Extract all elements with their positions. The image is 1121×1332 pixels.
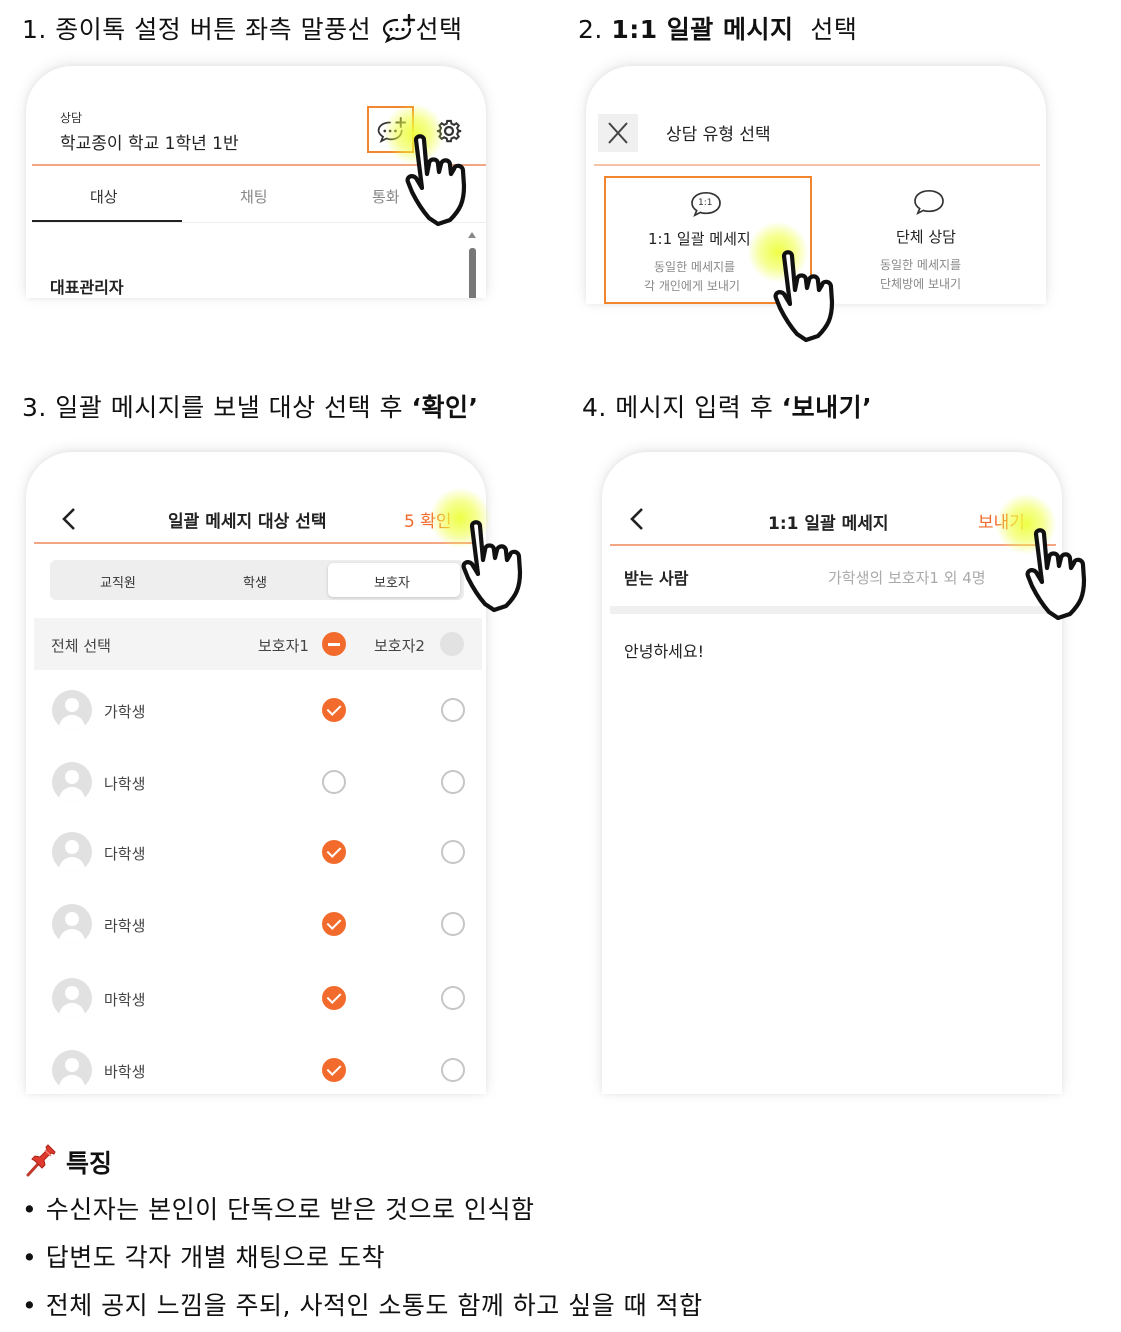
header-divider — [34, 542, 480, 544]
student-name: 나학생 — [104, 775, 146, 793]
feature-item: • 수신자는 본인이 단독으로 받은 것으로 인식함 — [22, 1195, 535, 1224]
option-desc-1: 동일한 메세지를 — [880, 258, 962, 272]
segment-control: 교직원 학생 보호자 — [50, 560, 464, 600]
step4-title: 4. 메시지 입력 후 ‘보내기’ — [582, 388, 872, 424]
guardian2-checkbox[interactable] — [441, 698, 465, 722]
avatar — [52, 1050, 92, 1090]
option-desc-1: 동일한 메세지를 — [654, 260, 736, 274]
tab-call[interactable]: 통화 — [372, 186, 400, 207]
guardian1-checkbox[interactable] — [322, 986, 346, 1010]
tab-target[interactable]: 대상 — [90, 186, 118, 207]
feature-item: • 전체 공지 느낌을 주되, 사적인 소통도 함께 하고 싶을 때 적합 — [22, 1291, 703, 1320]
select-all-label[interactable]: 전체 선택 — [51, 635, 111, 656]
step2-prefix: 2. — [578, 15, 603, 44]
option-title: 1:1 일괄 메세지 — [648, 230, 751, 248]
features-heading: 특징 — [66, 1149, 113, 1178]
recipient-divider — [610, 606, 1056, 614]
guardian1-checkbox[interactable] — [322, 912, 346, 936]
select-targets-title: 일괄 메세지 대상 선택 — [168, 512, 327, 532]
step4-prefix: 4. 메시지 입력 후 — [582, 393, 774, 422]
icon-label: 1:1 — [698, 198, 713, 208]
step3-prefix: 3. 일괄 메시지를 보낼 대상 선택 후 — [22, 393, 404, 422]
option-group-consult[interactable]: 단체 상담 동일한 메세지를 단체방에 보내기 — [826, 176, 1034, 304]
guardian2-checkbox[interactable] — [441, 770, 465, 794]
back-icon[interactable] — [58, 506, 82, 532]
step2-title: 2. 1:1 일괄 메시지 선택 — [578, 10, 857, 46]
student-name: 가학생 — [104, 703, 146, 721]
guardian1-checkbox[interactable] — [322, 840, 346, 864]
pointing-hand-icon — [458, 520, 540, 616]
chat-category-label: 상담 — [60, 111, 83, 125]
close-button[interactable] — [598, 114, 638, 152]
guardian1-header: 보호자1 — [258, 637, 309, 655]
step1-title: 1. 종이톡 설정 버튼 좌측 말풍선 선택 — [22, 10, 463, 46]
segment-staff[interactable]: 교직원 — [100, 572, 136, 591]
pin-icon — [24, 1144, 58, 1178]
tab-chat[interactable]: 채팅 — [240, 186, 268, 207]
segment-guardian[interactable]: 보호자 — [374, 572, 410, 591]
student-name: 바학생 — [104, 1063, 146, 1081]
guardian2-select-all[interactable] — [440, 632, 464, 656]
option-desc-2: 단체방에 보내기 — [880, 277, 962, 291]
step4-bold: ‘보내기’ — [781, 393, 873, 422]
guardian1-checkbox[interactable] — [322, 698, 346, 722]
pointing-hand-icon — [770, 250, 852, 346]
features-section: 특징 • 수신자는 본인이 단독으로 받은 것으로 인식함 • 답변도 각자 개… — [22, 1140, 703, 1332]
step3-bold: ‘확인’ — [411, 393, 479, 422]
guardian1-checkbox[interactable] — [322, 770, 346, 794]
step1-suffix: 선택 — [415, 15, 463, 44]
message-input[interactable]: 안녕하세요! — [624, 638, 704, 662]
guardian2-checkbox[interactable] — [441, 840, 465, 864]
student-name: 마학생 — [104, 991, 146, 1009]
compose-title: 1:1 일괄 메세지 — [768, 514, 889, 534]
option-desc-2: 각 개인에게 보내기 — [644, 279, 740, 293]
pointing-hand-icon — [1022, 528, 1104, 624]
recipient-value[interactable]: 가학생의 보호자1 외 4명 — [828, 567, 986, 588]
feature-text: 수신자는 본인이 단독으로 받은 것으로 인식함 — [45, 1195, 535, 1224]
feature-item: • 답변도 각자 개별 채팅으로 도착 — [22, 1243, 385, 1272]
scrollbar[interactable] — [468, 232, 476, 298]
step1-text: 1. 종이톡 설정 버튼 좌측 말풍선 — [22, 15, 372, 44]
step2-bold: 1:1 일괄 메시지 — [611, 15, 794, 44]
option-title: 단체 상담 — [896, 228, 956, 246]
header-divider — [610, 544, 1056, 546]
section-admin: 대표관리자 — [50, 278, 124, 297]
avatar — [52, 690, 92, 730]
guardian2-header: 보호자2 — [374, 637, 425, 655]
select-all-row: 전체 선택 보호자1 보호자2 — [34, 618, 482, 670]
back-icon[interactable] — [626, 506, 650, 532]
avatar — [52, 978, 92, 1018]
guardian1-checkbox[interactable] — [322, 1058, 346, 1082]
feature-text: 전체 공지 느낌을 주되, 사적인 소통도 함께 하고 싶을 때 적합 — [45, 1291, 703, 1320]
avatar — [52, 832, 92, 872]
chat-plus-icon — [380, 13, 416, 44]
guardian2-checkbox[interactable] — [441, 986, 465, 1010]
avatar — [52, 904, 92, 944]
step3-title: 3. 일괄 메시지를 보낼 대상 선택 후 ‘확인’ — [22, 388, 479, 424]
phone-screen-3: 일괄 메세지 대상 선택 5 확인 교직원 학생 보호자 전체 선택 보호자1 … — [26, 452, 486, 1094]
chat-icon — [914, 189, 944, 215]
feature-text: 답변도 각자 개별 채팅으로 도착 — [45, 1243, 385, 1272]
guardian1-select-all[interactable] — [322, 632, 346, 656]
guardian2-checkbox[interactable] — [441, 1058, 465, 1082]
recipient-label: 받는 사람 — [624, 569, 689, 588]
segment-student[interactable]: 학생 — [243, 572, 267, 591]
step2-suffix: 선택 — [810, 15, 858, 44]
guardian2-checkbox[interactable] — [441, 912, 465, 936]
consult-type-title: 상담 유형 선택 — [666, 125, 771, 145]
student-name: 다학생 — [104, 845, 146, 863]
pointing-hand-icon — [402, 134, 484, 230]
chat-room-name: 학교종이 학교 1학년 1반 — [60, 134, 239, 154]
phone-screen-4: 1:1 일괄 메세지 보내기 받는 사람 가학생의 보호자1 외 4명 안녕하세… — [602, 452, 1062, 1094]
avatar — [52, 762, 92, 802]
student-name: 라학생 — [104, 917, 146, 935]
header-divider — [594, 164, 1040, 166]
close-icon — [608, 122, 628, 144]
